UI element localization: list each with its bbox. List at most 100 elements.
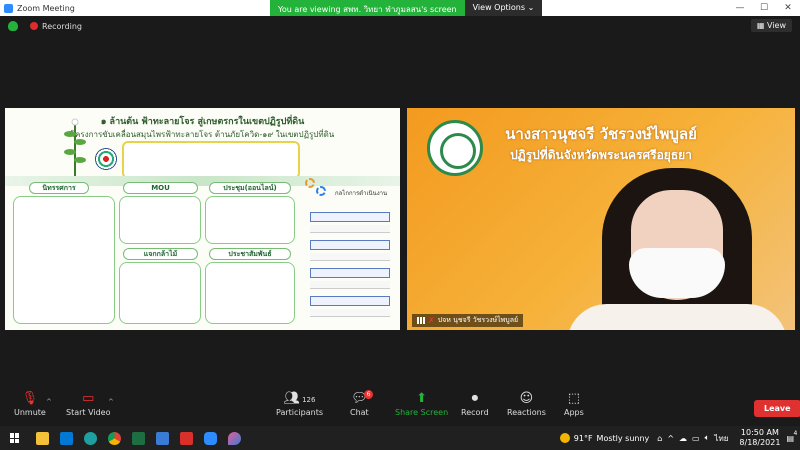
participants-button[interactable]: 👥︎ 126 Participants (276, 390, 323, 417)
mechanism-line (310, 309, 390, 317)
shared-screen-slide: ๑ ล้านต้น ฟ้าทะลายโจร สู่เกษตรกรในเขตปฏิ… (5, 108, 400, 330)
share-banner: You are viewing สพท. วิทยา ฟ่าภูมลสน's s… (270, 0, 543, 16)
clock-date: 8/18/2021 (739, 438, 781, 447)
mechanism-label (310, 268, 390, 278)
leave-button[interactable]: Leave (754, 400, 800, 417)
seedling-box (119, 262, 201, 324)
sun-icon (559, 433, 570, 443)
mou-box (119, 196, 201, 244)
apps-label: Apps (564, 408, 584, 417)
edge-icon[interactable] (78, 427, 102, 449)
record-label: Record (461, 408, 489, 417)
participants-count: 126 (302, 396, 316, 404)
mechanism-line (310, 253, 390, 261)
reactions-button[interactable]: ☺︎ Reactions (507, 390, 546, 417)
participant-name: ปจห นุชจรี วัชรวงษ์ไพบูลย์ (437, 316, 519, 324)
share-screen-button[interactable]: ⬆︎ Share Screen (395, 390, 448, 417)
view-options-button[interactable]: View Options ⌄ (464, 0, 543, 16)
online-meeting-header: ประชุม(ออนไลน์) (209, 182, 291, 194)
system-tray: 91°F Mostly sunny ⌂ ^ ☁︎ ▭ 🔈︎ ไทย 10:50 … (559, 426, 800, 450)
view-button[interactable]: ▦ View (750, 19, 792, 32)
chat-label: Chat (350, 408, 369, 417)
excel-icon[interactable] (126, 427, 150, 449)
unmute-label: Unmute (14, 408, 46, 417)
start-video-button[interactable]: ▭ Start Video (66, 390, 111, 417)
target-icon (95, 148, 117, 170)
participant-nameplate: ✗ ปจห นุชจรี วัชรวงษ์ไพบูลย์ (412, 314, 524, 327)
online-meeting-box (205, 196, 295, 244)
mechanism-title: กลไกการดำเนินงาน (335, 190, 388, 197)
mechanism-label (310, 212, 390, 222)
exhibition-header: นิทรรศการ (29, 182, 89, 194)
view-label: View (767, 21, 786, 30)
security-shield-icon[interactable] (8, 21, 18, 31)
mechanism-line (310, 225, 390, 233)
minimize-button[interactable]: — (728, 3, 752, 13)
start-video-label: Start Video (66, 408, 111, 417)
record-button[interactable]: ⏺︎ Record (461, 390, 489, 417)
chat-button[interactable]: 💬︎ 6 Chat (350, 390, 373, 417)
share-screen-icon: ⬆︎ (416, 391, 428, 406)
mou-header: MOU (123, 182, 198, 194)
audio-options-caret[interactable]: ^ (46, 398, 52, 406)
chrome-icon[interactable] (102, 427, 126, 449)
weather-temp[interactable]: 91°F (574, 434, 593, 443)
gear-icon (305, 178, 315, 188)
record-icon: ⏺︎ (471, 391, 479, 406)
apps-button[interactable]: ⬚ Apps (564, 390, 584, 417)
signal-strength-icon (417, 317, 425, 324)
mic-muted-icon: ✗ (428, 316, 435, 325)
person-shirt (567, 304, 787, 330)
file-explorer-icon[interactable] (30, 427, 54, 449)
paint-icon[interactable] (222, 427, 246, 449)
gear-icon (316, 186, 326, 196)
publicity-header: ประชาสัมพันธ์ (209, 248, 291, 260)
mechanism-label (310, 240, 390, 250)
close-button[interactable]: ✕ (776, 3, 800, 13)
clock-time: 10:50 AM (740, 428, 779, 437)
unmute-button[interactable]: 🎙︎ Unmute (14, 390, 46, 417)
chevron-up-icon[interactable]: ^ (667, 434, 674, 443)
speaker-name-title: นางสาวนุชจรี วัชรวงษ์ไพบูลย์ (505, 125, 697, 143)
clock[interactable]: 10:50 AM 8/18/2021 (739, 428, 780, 448)
notification-count: 4 (793, 429, 798, 437)
herb-plant-icon (64, 118, 86, 176)
grid-icon: ▦ (756, 21, 768, 30)
reactions-label: Reactions (507, 408, 546, 417)
face-mask (629, 248, 725, 298)
exhibition-box (13, 196, 115, 324)
network-icon[interactable]: ▭ (692, 434, 700, 443)
acrobat-icon[interactable] (174, 427, 198, 449)
objectives-box (122, 141, 300, 179)
weather-desc[interactable]: Mostly sunny (597, 434, 650, 443)
mechanism-line (310, 281, 390, 289)
speaker-position-title: ปฏิรูปที่ดินจังหวัดพระนครศรีอยุธยา (510, 148, 692, 162)
meeting-toolbar: 🎙︎ Unmute ^ ▭ Start Video ^ 👥︎ 126 Partic… (0, 388, 800, 426)
participant-video[interactable]: นางสาวนุชจรี วัชรวงษ์ไพบูลย์ ปฏิรูปที่ดิ… (407, 108, 795, 330)
recording-dot-icon (30, 22, 38, 30)
photos-icon[interactable] (150, 427, 174, 449)
mechanism-label (310, 296, 390, 306)
volume-icon[interactable]: 🔈︎ (705, 433, 710, 443)
share-banner-message: You are viewing สพท. วิทยา ฟ่าภูมลสน's s… (270, 0, 465, 16)
windows-taskbar: 91°F Mostly sunny ⌂ ^ ☁︎ ▭ 🔈︎ ไทย 10:50 … (0, 426, 800, 450)
zoom-logo-icon (4, 3, 13, 13)
meeting-topbar: Recording ▦ View (0, 16, 800, 36)
participants-icon: 👥︎ 126 (283, 391, 316, 406)
video-options-caret[interactable]: ^ (108, 398, 114, 406)
notification-icon[interactable]: ▤ 4 (786, 430, 797, 443)
store-icon[interactable] (54, 427, 78, 449)
maximize-button[interactable]: ☐ (752, 3, 776, 13)
publicity-box (205, 262, 295, 324)
seedling-header: แจกกล้าไม้ (123, 248, 198, 260)
video-off-icon: ▭ (82, 391, 95, 406)
mic-off-icon: 🎙︎ (21, 391, 39, 406)
zoom-taskbar-icon[interactable] (198, 427, 222, 449)
windows-start-icon[interactable] (10, 433, 20, 443)
people-icon[interactable]: ⌂ (657, 434, 662, 443)
apps-icon: ⬚ (567, 391, 581, 406)
cloud-icon[interactable]: ☁︎ (679, 434, 687, 443)
recording-label: Recording (42, 21, 83, 31)
chat-badge: 6 (364, 390, 373, 399)
input-language[interactable]: ไทย (714, 432, 728, 445)
